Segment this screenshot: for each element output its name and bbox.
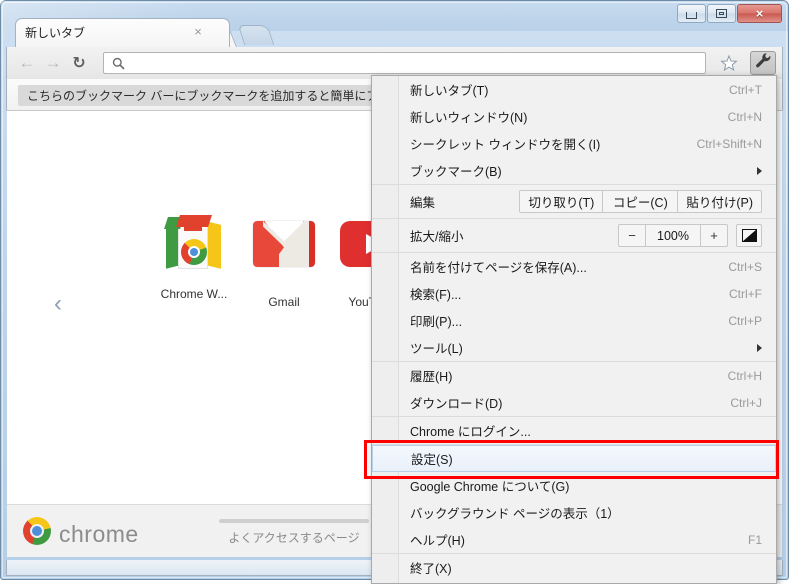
menu-item-new-tab[interactable]: 新しいタブ(T) Ctrl+T xyxy=(372,76,776,103)
menu-item-new-window[interactable]: 新しいウィンドウ(N) Ctrl+N xyxy=(372,103,776,130)
wrench-icon xyxy=(755,52,772,74)
chrome-logo-icon xyxy=(23,517,51,545)
new-tab-button[interactable] xyxy=(237,25,275,45)
menu-item-sign-in-to-chrome[interactable]: Chrome にログイン... xyxy=(372,417,776,444)
zoom-out-button[interactable]: − xyxy=(618,224,646,247)
tab-title: 新しいタブ xyxy=(25,26,86,40)
tab-close-icon[interactable]: × xyxy=(191,25,205,39)
menu-item-label: 新しいウィンドウ(N) xyxy=(410,111,528,125)
zoom-level-value: 100% xyxy=(645,224,701,247)
menu-item-accelerator: Ctrl+N xyxy=(727,109,762,124)
menu-item-accelerator: Ctrl+P xyxy=(728,313,762,328)
chrome-web-store-icon xyxy=(162,213,226,277)
menu-item-zoom: 拡大/縮小 − 100% + xyxy=(372,219,776,252)
menu-item-label: 拡大/縮小 xyxy=(410,230,464,244)
menu-items: 新しいタブ(T) Ctrl+T 新しいウィンドウ(N) Ctrl+N シークレッ… xyxy=(364,76,779,581)
zoom-in-button[interactable]: + xyxy=(700,224,728,247)
cut-button[interactable]: 切り取り(T) xyxy=(519,190,604,213)
chrome-browser-window: × 新しいタブ × ← → ↻ こちらのブックマーク バーにブックマークを追加す… xyxy=(0,0,789,584)
tab-strip: 新しいタブ × xyxy=(1,1,788,47)
menu-item-view-background-pages[interactable]: バックグラウンド ページの表示（1） xyxy=(372,499,776,526)
forward-icon[interactable]: → xyxy=(43,53,63,72)
menu-item-downloads[interactable]: ダウンロード(D) Ctrl+J xyxy=(372,389,776,416)
menu-item-label: 設定(S) xyxy=(411,453,453,467)
most-visited-tab[interactable]: よくアクセスするページ xyxy=(219,519,369,546)
menu-item-label: ブックマーク(B) xyxy=(410,165,502,179)
menu-item-tools[interactable]: ツール(L) xyxy=(372,334,776,361)
gmail-icon xyxy=(252,221,316,285)
fullscreen-button[interactable] xyxy=(736,224,762,247)
zoom-controls: − 100% + xyxy=(618,224,762,247)
edit-button-group: 切り取り(T) コピー(C) 貼り付け(P) xyxy=(519,190,762,213)
chrome-wordmark: chrome xyxy=(59,521,139,547)
menu-item-new-incognito-window[interactable]: シークレット ウィンドウを開く(I) Ctrl+Shift+N xyxy=(372,130,776,157)
menu-item-accelerator: Ctrl+F xyxy=(729,286,762,301)
menu-item-settings[interactable]: 設定(S) xyxy=(364,440,779,479)
menu-item-label: ツール(L) xyxy=(410,342,463,356)
menu-item-accelerator: Ctrl+S xyxy=(728,259,762,274)
menu-item-label: シークレット ウィンドウを開く(I) xyxy=(410,138,601,152)
copy-button[interactable]: コピー(C) xyxy=(602,190,679,213)
menu-item-accelerator: Ctrl+H xyxy=(727,368,762,383)
most-visited-indicator xyxy=(219,519,369,523)
menu-item-bookmarks[interactable]: ブックマーク(B) xyxy=(372,157,776,184)
chrome-wrench-menu: 新しいタブ(T) Ctrl+T 新しいウィンドウ(N) Ctrl+N シークレッ… xyxy=(364,75,779,584)
menu-item-about-google-chrome[interactable]: Google Chrome について(G) xyxy=(372,472,776,499)
menu-item-label: Google Chrome について(G) xyxy=(410,480,570,494)
menu-item-label: バックグラウンド ページの表示（1） xyxy=(410,507,620,521)
menu-item-accelerator: Ctrl+J xyxy=(730,395,762,410)
menu-item-label: ヘルプ(H) xyxy=(410,534,465,548)
menu-item-label: 新しいタブ(T) xyxy=(410,84,489,98)
menu-item-print[interactable]: 印刷(P)... Ctrl+P xyxy=(372,307,776,334)
menu-item-label: 履歴(H) xyxy=(410,370,453,384)
menu-item-accelerator: Ctrl+T xyxy=(729,82,762,97)
paste-button[interactable]: 貼り付け(P) xyxy=(677,190,762,213)
menu-item-exit[interactable]: 終了(X) xyxy=(372,554,776,581)
menu-item-help[interactable]: ヘルプ(H) F1 xyxy=(372,526,776,553)
screenshot-root: × 新しいタブ × ← → ↻ こちらのブックマーク バーにブックマークを追加す… xyxy=(0,0,789,584)
chevron-right-icon xyxy=(757,343,762,352)
menu-item-label: 名前を付けてページを保存(A)... xyxy=(410,261,587,275)
back-icon[interactable]: ← xyxy=(17,53,37,72)
menu-item-label: ダウンロード(D) xyxy=(410,397,503,411)
menu-item-label: 検索(F)... xyxy=(410,288,462,302)
menu-item-label: Chrome にログイン... xyxy=(410,425,531,439)
search-icon xyxy=(112,57,125,70)
chrome-menu-button[interactable] xyxy=(750,51,776,75)
chevron-right-icon xyxy=(757,166,762,175)
fullscreen-icon xyxy=(741,229,757,242)
address-bar[interactable] xyxy=(103,52,706,74)
menu-item-history[interactable]: 履歴(H) Ctrl+H xyxy=(372,362,776,389)
menu-item-label: 印刷(P)... xyxy=(410,315,463,329)
menu-item-find[interactable]: 検索(F)... Ctrl+F xyxy=(372,280,776,307)
bookmark-star-icon[interactable] xyxy=(720,54,738,72)
menu-item-label: 編集 xyxy=(410,196,436,210)
menu-item-edit: 編集 切り取り(T) コピー(C) 貼り付け(P) xyxy=(372,185,776,218)
menu-item-save-page-as[interactable]: 名前を付けてページを保存(A)... Ctrl+S xyxy=(372,253,776,280)
most-visited-label: よくアクセスするページ xyxy=(228,531,360,545)
menu-item-accelerator: Ctrl+Shift+N xyxy=(696,136,762,151)
menu-item-accelerator: F1 xyxy=(747,532,762,547)
menu-item-label: 終了(X) xyxy=(410,562,452,576)
reload-icon[interactable]: ↻ xyxy=(69,54,89,72)
